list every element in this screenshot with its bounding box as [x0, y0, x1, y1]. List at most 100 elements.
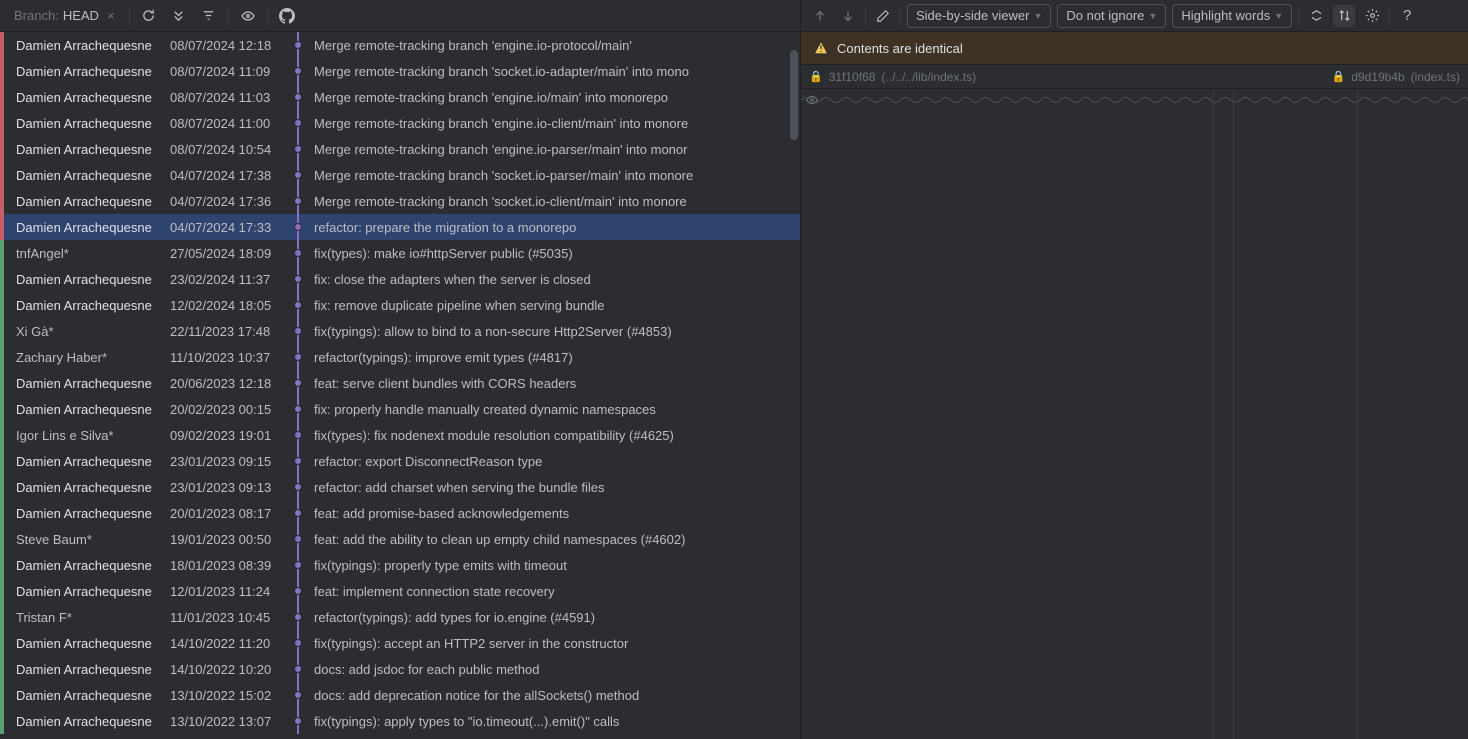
ignore-whitespace-dropdown[interactable]: Do not ignore ▼	[1057, 4, 1166, 28]
commit-message: refactor: export DisconnectReason type	[306, 454, 800, 469]
commit-row[interactable]: Damien Arrachequesne14/10/2022 10:20docs…	[0, 656, 800, 682]
commit-message: Merge remote-tracking branch 'socket.io-…	[306, 194, 800, 209]
prev-diff-icon[interactable]	[809, 5, 831, 27]
commit-row[interactable]: Damien Arrachequesne04/07/2024 17:33refa…	[0, 214, 800, 240]
commit-row[interactable]: Damien Arrachequesne13/10/2022 15:02docs…	[0, 682, 800, 708]
commit-row[interactable]: Damien Arrachequesne08/07/2024 11:03Merg…	[0, 84, 800, 110]
commit-row[interactable]: Damien Arrachequesne23/01/2023 09:13refa…	[0, 474, 800, 500]
highlight-dropdown[interactable]: Highlight words ▼	[1172, 4, 1292, 28]
commit-date: 09/02/2023 19:01	[170, 428, 290, 443]
commit-row[interactable]: Damien Arrachequesne08/07/2024 12:18Merg…	[0, 32, 800, 58]
commit-row[interactable]: Damien Arrachequesne08/07/2024 11:09Merg…	[0, 58, 800, 84]
commit-row[interactable]: Damien Arrachequesne12/02/2024 18:05fix:…	[0, 292, 800, 318]
commit-row[interactable]: Damien Arrachequesne08/07/2024 11:00Merg…	[0, 110, 800, 136]
commit-row[interactable]: Damien Arrachequesne20/06/2023 12:18feat…	[0, 370, 800, 396]
commit-row[interactable]: Xi Gà*22/11/2023 17:48fix(typings): allo…	[0, 318, 800, 344]
commit-message: Merge remote-tracking branch 'engine.io-…	[306, 142, 800, 157]
commit-message: fix(types): make io#httpServer public (#…	[306, 246, 800, 261]
cherry-pick-icon[interactable]	[168, 5, 190, 27]
commit-graph-node	[290, 188, 306, 214]
commit-graph-node	[290, 84, 306, 110]
branch-color-bar	[0, 188, 4, 214]
branch-indicator[interactable]: Branch: HEAD ×	[8, 6, 121, 25]
commit-graph-node	[290, 448, 306, 474]
commit-author: Damien Arrachequesne	[6, 506, 170, 521]
left-file-label: 🔒 31f10f68 (../../../lib/index.ts)	[801, 65, 1135, 88]
commit-author: Damien Arrachequesne	[6, 584, 170, 599]
diff-viewer-dropdown[interactable]: Side-by-side viewer ▼	[907, 4, 1051, 28]
commit-list[interactable]: Damien Arrachequesne08/07/2024 12:18Merg…	[0, 32, 800, 739]
commit-message: fix: remove duplicate pipeline when serv…	[306, 298, 800, 313]
diff-viewer-area[interactable]	[801, 89, 1468, 739]
commit-date: 11/01/2023 10:45	[170, 610, 290, 625]
commit-row[interactable]: Damien Arrachequesne14/10/2022 11:20fix(…	[0, 630, 800, 656]
commit-row[interactable]: Damien Arrachequesne20/02/2023 00:15fix:…	[0, 396, 800, 422]
commit-graph-node	[290, 656, 306, 682]
branch-color-bar	[0, 526, 4, 552]
settings-gear-icon[interactable]	[1361, 5, 1383, 27]
commit-date: 04/07/2024 17:33	[170, 220, 290, 235]
commit-author: Xi Gà*	[6, 324, 170, 339]
commit-row[interactable]: Damien Arrachequesne20/01/2023 08:17feat…	[0, 500, 800, 526]
commit-graph-node	[290, 682, 306, 708]
commit-message: fix(typings): properly type emits with t…	[306, 558, 800, 573]
commit-message: feat: serve client bundles with CORS hea…	[306, 376, 800, 391]
github-icon[interactable]	[276, 5, 298, 27]
warning-icon	[813, 40, 829, 56]
sync-scroll-icon[interactable]	[1333, 5, 1355, 27]
commit-row[interactable]: Damien Arrachequesne04/07/2024 17:38Merg…	[0, 162, 800, 188]
commit-row[interactable]: Steve Baum*19/01/2023 00:50feat: add the…	[0, 526, 800, 552]
commit-author: Tristan F*	[6, 610, 170, 625]
commit-date: 23/02/2024 11:37	[170, 272, 290, 287]
commit-date: 14/10/2022 10:20	[170, 662, 290, 677]
commit-date: 20/01/2023 08:17	[170, 506, 290, 521]
collapse-unchanged-icon[interactable]	[1305, 5, 1327, 27]
commit-row[interactable]: Tristan F*11/01/2023 10:45refactor(typin…	[0, 604, 800, 630]
file-header: 🔒 31f10f68 (../../../lib/index.ts) 🔒 d9d…	[801, 65, 1468, 89]
commit-row[interactable]: Damien Arrachequesne23/01/2023 09:15refa…	[0, 448, 800, 474]
commit-message: Merge remote-tracking branch 'socket.io-…	[306, 64, 800, 79]
branch-color-bar	[0, 292, 4, 318]
commit-row[interactable]: Damien Arrachequesne12/01/2023 11:24feat…	[0, 578, 800, 604]
commit-row[interactable]: Damien Arrachequesne18/01/2023 08:39fix(…	[0, 552, 800, 578]
commit-author: Damien Arrachequesne	[6, 90, 170, 105]
commit-row[interactable]: tnfAngel*27/05/2024 18:09fix(types): mak…	[0, 240, 800, 266]
right-file-label: 🔒 d9d19b4b (index.ts)	[1135, 65, 1468, 88]
close-icon[interactable]: ×	[107, 8, 115, 23]
branch-color-bar	[0, 240, 4, 266]
commit-row[interactable]: Damien Arrachequesne04/07/2024 17:36Merg…	[0, 188, 800, 214]
commit-graph-node	[290, 214, 306, 240]
commit-author: Damien Arrachequesne	[6, 688, 170, 703]
commit-date: 08/07/2024 11:09	[170, 64, 290, 79]
commit-author: Damien Arrachequesne	[6, 402, 170, 417]
commit-message: docs: add jsdoc for each public method	[306, 662, 800, 677]
branch-color-bar	[0, 58, 4, 84]
commit-row[interactable]: Igor Lins e Silva*09/02/2023 19:01fix(ty…	[0, 422, 800, 448]
commit-row[interactable]: Damien Arrachequesne13/10/2022 13:07fix(…	[0, 708, 800, 734]
commit-message: fix(types): fix nodenext module resoluti…	[306, 428, 800, 443]
branch-color-bar	[0, 656, 4, 682]
help-icon[interactable]: ?	[1396, 5, 1418, 27]
filter-icon[interactable]	[198, 5, 220, 27]
commit-row[interactable]: Damien Arrachequesne23/02/2024 11:37fix:…	[0, 266, 800, 292]
highlight-label: Highlight words	[1181, 8, 1270, 23]
next-diff-icon[interactable]	[837, 5, 859, 27]
branch-color-bar	[0, 422, 4, 448]
commit-author: Damien Arrachequesne	[6, 272, 170, 287]
commit-graph-node	[290, 526, 306, 552]
commit-graph-node	[290, 552, 306, 578]
commit-date: 11/10/2023 10:37	[170, 350, 290, 365]
commit-graph-node	[290, 240, 306, 266]
edit-icon[interactable]	[872, 5, 894, 27]
commit-date: 20/02/2023 00:15	[170, 402, 290, 417]
commit-row[interactable]: Zachary Haber*11/10/2023 10:37refactor(t…	[0, 344, 800, 370]
commit-author: Zachary Haber*	[6, 350, 170, 365]
commit-author: Damien Arrachequesne	[6, 558, 170, 573]
left-path: (../../../lib/index.ts)	[881, 70, 976, 84]
refresh-icon[interactable]	[138, 5, 160, 27]
commit-message: Merge remote-tracking branch 'engine.io/…	[306, 90, 800, 105]
eye-icon[interactable]	[237, 5, 259, 27]
scrollbar-thumb[interactable]	[790, 50, 798, 140]
commit-row[interactable]: Damien Arrachequesne08/07/2024 10:54Merg…	[0, 136, 800, 162]
branch-color-bar	[0, 682, 4, 708]
